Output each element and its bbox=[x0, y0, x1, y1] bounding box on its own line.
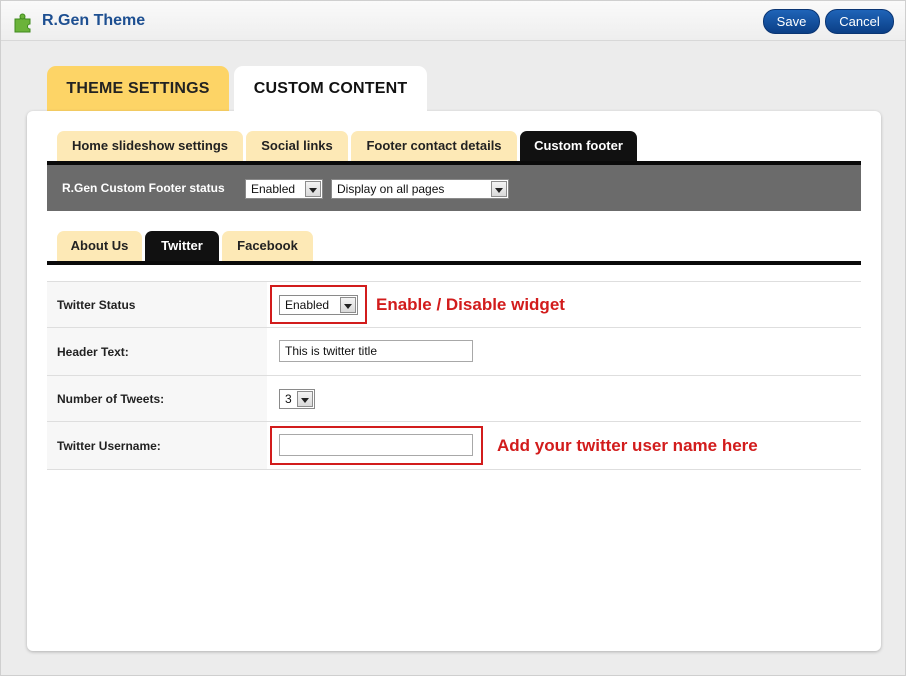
save-button[interactable]: Save bbox=[763, 9, 820, 34]
number-of-tweets-value: 3 bbox=[285, 392, 292, 406]
twitter-status-value: Enabled bbox=[285, 298, 330, 312]
twitter-status-select[interactable]: Enabled bbox=[279, 295, 358, 315]
footer-display-select[interactable]: Display on all pages bbox=[331, 179, 509, 199]
app-window: R.Gen Theme Save Cancel THEME SETTINGS C… bbox=[0, 0, 906, 676]
widget-tab-about-us[interactable]: About Us bbox=[57, 231, 142, 261]
number-of-tweets-select[interactable]: 3 bbox=[279, 389, 315, 409]
username-annotation: Add your twitter user name here bbox=[497, 436, 758, 455]
subtab-social-links[interactable]: Social links bbox=[246, 131, 348, 161]
footer-status-select[interactable]: Enabled bbox=[245, 179, 323, 199]
puzzle-piece-icon bbox=[14, 13, 31, 33]
header-text-input[interactable]: This is twitter title bbox=[279, 340, 473, 362]
widget-tab-twitter[interactable]: Twitter bbox=[145, 231, 219, 261]
tab-theme-settings[interactable]: THEME SETTINGS bbox=[47, 66, 229, 112]
footer-status-value: Enabled bbox=[251, 182, 296, 196]
footer-display-value: Display on all pages bbox=[337, 182, 445, 196]
subtab-home-slideshow[interactable]: Home slideshow settings bbox=[57, 131, 243, 161]
top-bar: R.Gen Theme Save Cancel bbox=[1, 1, 905, 41]
footer-status-label: R.Gen Custom Footer status bbox=[62, 181, 225, 195]
chevron-down-icon bbox=[340, 297, 356, 313]
twitter-username-input[interactable] bbox=[279, 434, 473, 456]
footer-status-bar: R.Gen Custom Footer status Enabled Displ… bbox=[47, 165, 861, 211]
twitter-username-label: Twitter Username: bbox=[57, 439, 161, 453]
row-number-of-tweets: Number of Tweets: bbox=[47, 376, 861, 422]
widget-tab-divider bbox=[47, 261, 861, 265]
tab-join bbox=[234, 101, 427, 117]
twitter-status-label: Twitter Status bbox=[57, 298, 136, 312]
status-annotation: Enable / Disable widget bbox=[376, 295, 565, 314]
number-of-tweets-label: Number of Tweets: bbox=[57, 392, 165, 406]
chevron-down-icon bbox=[305, 181, 321, 197]
header-text-label: Header Text: bbox=[57, 345, 129, 359]
app-title: R.Gen Theme bbox=[42, 12, 146, 29]
subtab-custom-footer[interactable]: Custom footer bbox=[520, 131, 637, 161]
chevron-down-icon bbox=[491, 181, 507, 197]
cancel-button[interactable]: Cancel bbox=[825, 9, 894, 34]
subtab-footer-contact[interactable]: Footer contact details bbox=[351, 131, 517, 161]
chevron-down-icon bbox=[297, 391, 313, 407]
widget-tab-facebook[interactable]: Facebook bbox=[222, 231, 313, 261]
